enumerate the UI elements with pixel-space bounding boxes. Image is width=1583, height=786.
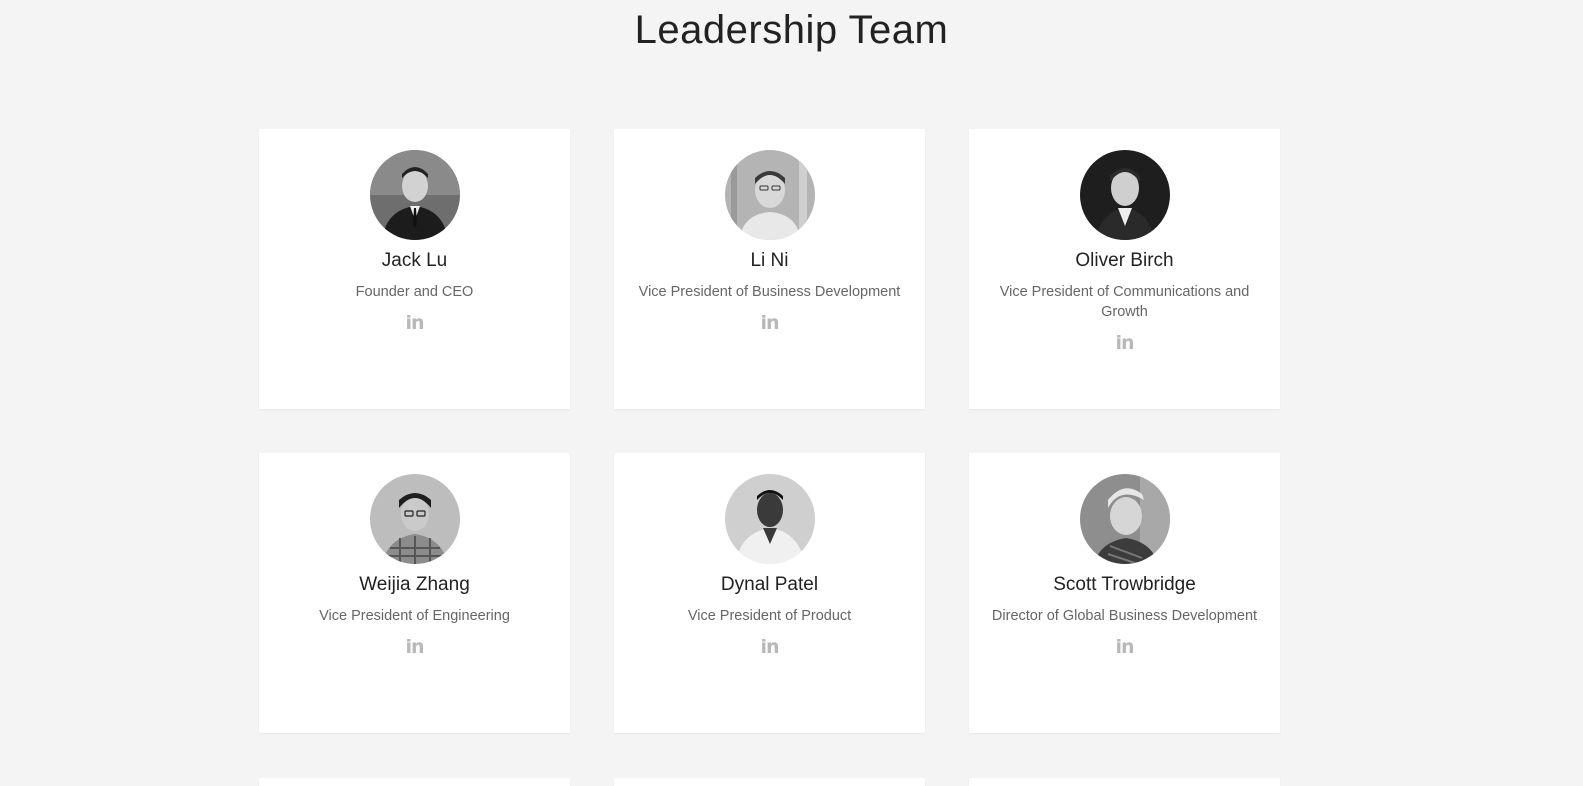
linkedin-icon[interactable]: in [1115, 636, 1134, 658]
team-card-partial [969, 778, 1280, 786]
member-role: Vice President of Communications and Gro… [999, 284, 1250, 320]
team-card: Scott Trowbridge Director of Global Busi… [969, 453, 1280, 733]
avatar [724, 474, 815, 564]
linkedin-icon[interactable]: in [760, 312, 779, 334]
team-grid: Jack Lu Founder and CEO in Li Ni Vice Pr [259, 129, 1280, 733]
member-role: Founder and CEO [355, 284, 474, 300]
avatar [369, 474, 460, 564]
member-name: Oliver Birch [1075, 250, 1174, 271]
linkedin-icon[interactable]: in [405, 636, 424, 658]
member-name: Scott Trowbridge [1053, 574, 1196, 595]
linkedin-icon[interactable]: in [405, 312, 424, 334]
avatar [724, 150, 815, 240]
team-card-partial [259, 778, 570, 786]
member-name: Li Ni [750, 250, 789, 271]
page: Leadership Team Jack Lu Founder and CEO … [0, 0, 1583, 786]
team-card: Dynal Patel Vice President of Product in [614, 453, 925, 733]
avatar [369, 150, 460, 240]
linkedin-icon[interactable]: in [760, 636, 779, 658]
member-role: Vice President of Engineering [319, 608, 510, 624]
team-card-partial [614, 778, 925, 786]
member-name: Jack Lu [381, 250, 448, 271]
avatar [1079, 150, 1170, 240]
next-row-cards [259, 778, 1280, 786]
member-role: Director of Global Business Development [991, 608, 1258, 624]
team-card: Weijia Zhang Vice President of Engineeri… [259, 453, 570, 733]
member-role: Vice President of Business Development [638, 284, 901, 300]
linkedin-icon[interactable]: in [1115, 332, 1134, 354]
page-title: Leadership Team [634, 8, 949, 52]
avatar [1079, 474, 1170, 564]
team-card: Oliver Birch Vice President of Communica… [969, 129, 1280, 409]
member-role: Vice President of Product [687, 608, 852, 624]
member-name: Weijia Zhang [359, 574, 470, 595]
team-card: Jack Lu Founder and CEO in [259, 129, 570, 409]
team-card: Li Ni Vice President of Business Develop… [614, 129, 925, 409]
member-name: Dynal Patel [720, 574, 819, 595]
